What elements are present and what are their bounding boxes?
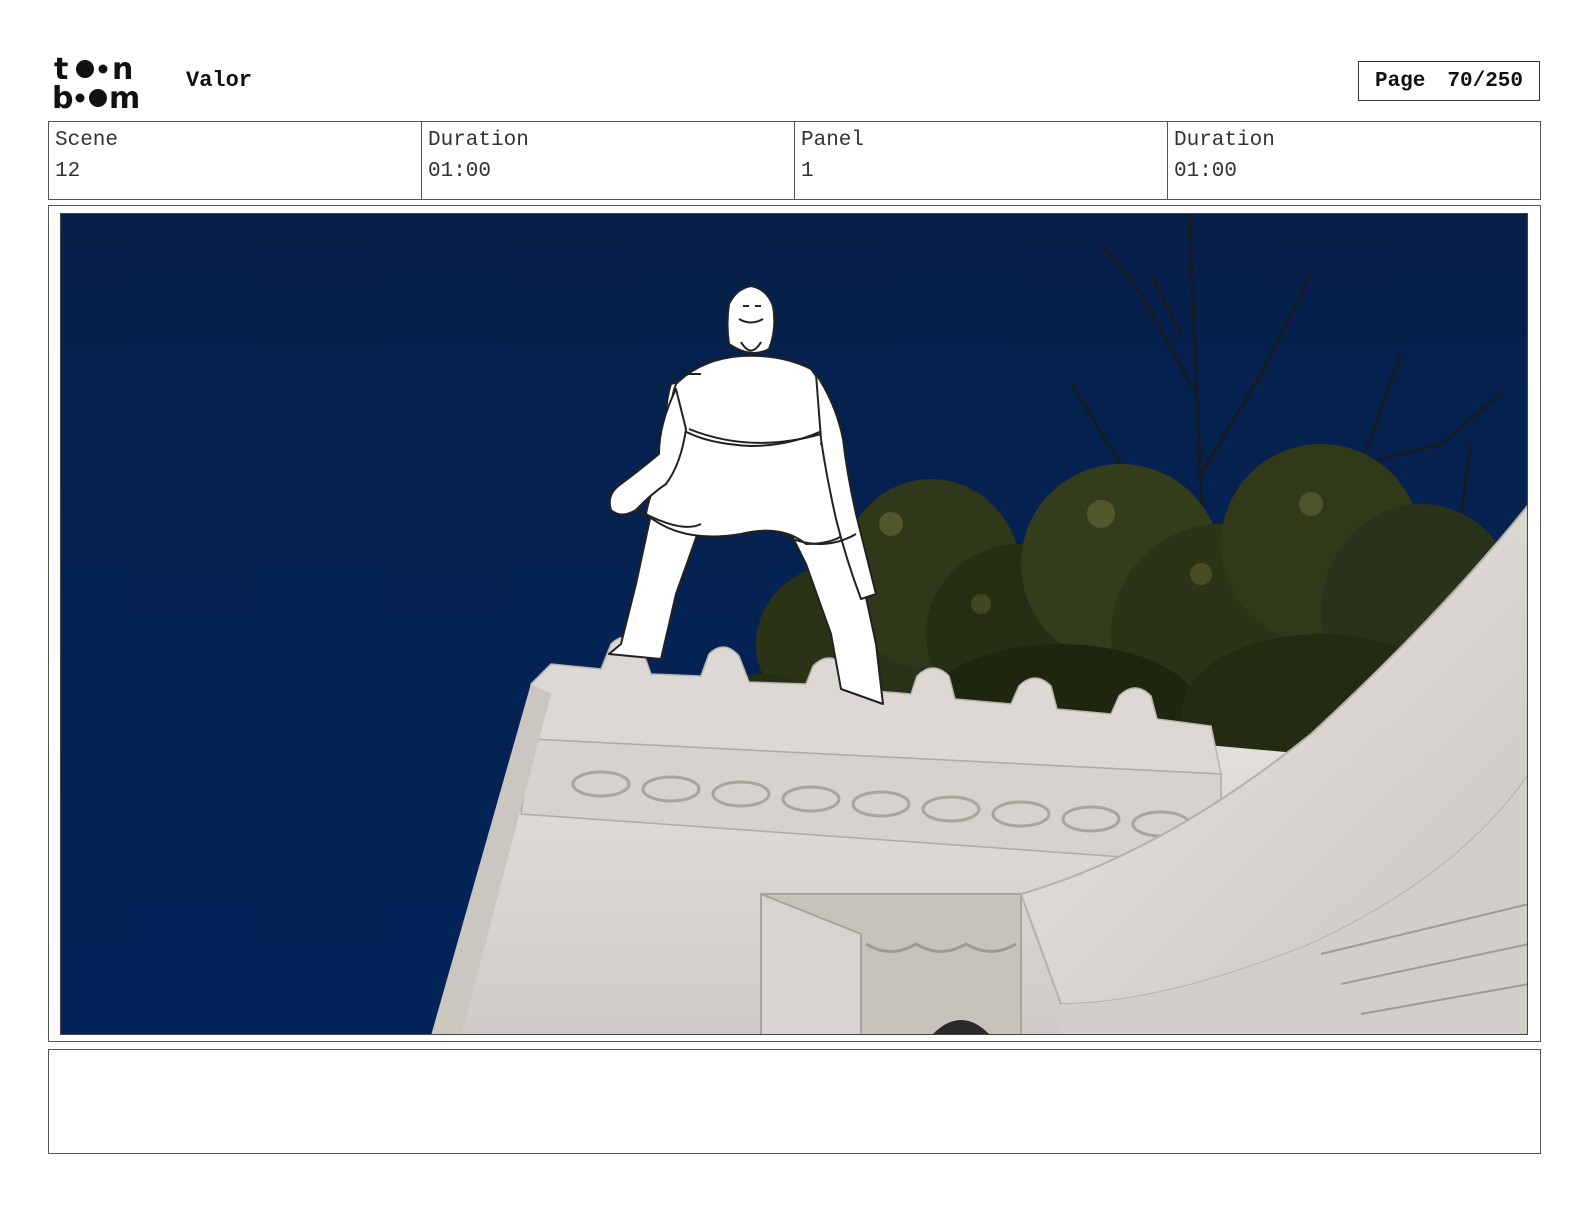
doorway (760, 892, 1022, 1034)
page-indicator: Page 70/250 (1358, 61, 1540, 101)
scene-value: 12 (55, 160, 81, 183)
scene-cell: Scene 12 (49, 122, 422, 199)
page-label: Page (1374, 69, 1426, 93)
scene-duration-value: 01:00 (428, 160, 492, 183)
panel-duration-label: Duration (1174, 129, 1275, 152)
scene-label: Scene (55, 129, 119, 152)
scene-duration-cell: Duration 01:00 (422, 122, 795, 199)
project-title: Valor (186, 68, 253, 93)
panel-value: 1 (801, 160, 814, 183)
scene-duration-label: Duration (428, 129, 529, 152)
panel-duration-value: 01:00 (1174, 160, 1238, 183)
toon-boom-logo: t n b m (52, 52, 164, 112)
storyboard-panel-image (60, 213, 1528, 1035)
panel-cell: Panel 1 (795, 122, 1168, 199)
page-number: 70/250 (1447, 69, 1524, 93)
scene-info-table: Scene 12 Duration 01:00 Panel 1 Duration… (48, 121, 1541, 200)
svg-text:m: m (109, 81, 140, 112)
panel-notes-box[interactable] (48, 1049, 1541, 1154)
panel-duration-cell: Duration 01:00 (1168, 122, 1540, 199)
svg-text:b: b (52, 81, 73, 112)
panel-label: Panel (801, 129, 865, 152)
